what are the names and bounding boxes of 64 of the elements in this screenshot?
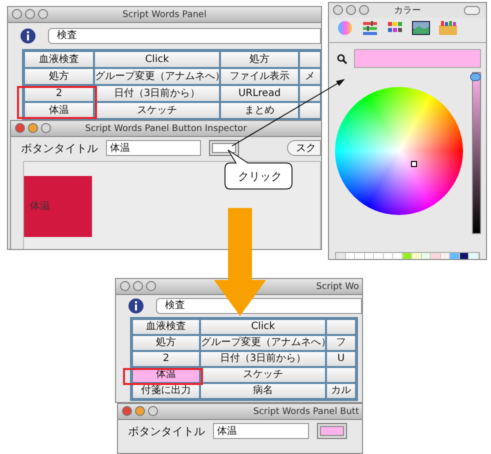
word-button[interactable]: フ xyxy=(326,335,356,351)
button-title-field[interactable]: 体温 xyxy=(213,423,309,439)
window-title: Script Words Panel Butt xyxy=(253,406,359,416)
window-title: カラー xyxy=(394,5,421,17)
word-button[interactable]: Click xyxy=(94,51,220,68)
color-wheel-icon[interactable] xyxy=(337,20,353,36)
button-title-field[interactable]: 体温 xyxy=(106,140,201,156)
category-field[interactable]: 検査 xyxy=(48,28,321,44)
close-button[interactable] xyxy=(15,123,25,133)
search-icon xyxy=(337,54,347,64)
word-button[interactable]: スケッチ xyxy=(94,102,220,119)
close-button[interactable] xyxy=(12,9,22,19)
word-button[interactable]: スケッチ xyxy=(200,367,326,383)
script-button[interactable]: スク xyxy=(287,140,321,156)
minimize-button[interactable] xyxy=(28,123,38,133)
category-field[interactable]: 検査 xyxy=(156,298,362,314)
current-color-swatch[interactable] xyxy=(354,49,481,68)
minimize-button[interactable] xyxy=(135,406,145,416)
word-button[interactable]: カル xyxy=(326,383,356,399)
slider-handle[interactable] xyxy=(470,73,481,81)
color-picker-marker[interactable] xyxy=(411,161,417,167)
button-title-label: ボタンタイトル xyxy=(21,140,98,156)
landscape-image-icon[interactable] xyxy=(412,21,430,35)
color-well[interactable] xyxy=(209,140,239,156)
window-title: Script Words Panel Button Inspector xyxy=(85,124,247,134)
minimize-button[interactable] xyxy=(133,281,143,291)
word-button[interactable]: 処方 xyxy=(132,335,200,351)
word-button[interactable]: まとめ xyxy=(220,102,299,119)
close-button[interactable] xyxy=(122,406,132,416)
color-well[interactable] xyxy=(317,423,347,439)
zoom-button[interactable] xyxy=(148,406,158,416)
toolbar-toggle-icon[interactable] xyxy=(464,6,480,15)
word-button[interactable]: 日付（3日前から） xyxy=(200,351,326,367)
minimize-button[interactable] xyxy=(25,9,35,19)
zoom-button[interactable] xyxy=(359,5,369,15)
word-button[interactable]: 処方 xyxy=(220,51,299,68)
word-button[interactable]: 処方 xyxy=(24,68,94,85)
zoom-button[interactable] xyxy=(41,123,51,133)
word-button[interactable]: 血液検査 xyxy=(24,51,94,68)
window-title: Script Words Panel xyxy=(122,10,206,20)
word-button[interactable]: グループ変更（アナムネへ） xyxy=(94,68,220,85)
word-button[interactable]: URLread xyxy=(220,85,299,102)
info-icon[interactable] xyxy=(20,28,36,44)
sliders-icon[interactable] xyxy=(362,20,378,36)
brightness-slider[interactable] xyxy=(472,72,481,234)
word-button[interactable]: U xyxy=(326,351,356,367)
word-button[interactable]: 血液検査 xyxy=(132,319,200,335)
close-button[interactable] xyxy=(120,281,130,291)
word-button[interactable]: Click xyxy=(200,319,326,335)
word-button[interactable]: 日付（3日前から） xyxy=(94,85,220,102)
word-button[interactable]: 病名 xyxy=(200,383,326,399)
info-icon[interactable] xyxy=(128,298,144,314)
button-title-label: ボタンタイトル xyxy=(128,424,205,438)
speech-bubble: クリック xyxy=(224,149,294,191)
word-button[interactable]: メ xyxy=(299,68,321,85)
word-button[interactable]: 2 xyxy=(132,351,200,367)
word-button[interactable]: グループ変更（アナムネへ） xyxy=(200,335,326,351)
word-button[interactable]: ファイル表示 xyxy=(220,68,299,85)
close-button[interactable] xyxy=(333,5,343,15)
window-title: Script Wo xyxy=(316,282,359,292)
minimize-button[interactable] xyxy=(346,5,356,15)
zoom-button[interactable] xyxy=(38,9,48,19)
zoom-button[interactable] xyxy=(146,281,156,291)
crayon-box-icon[interactable] xyxy=(439,21,457,35)
